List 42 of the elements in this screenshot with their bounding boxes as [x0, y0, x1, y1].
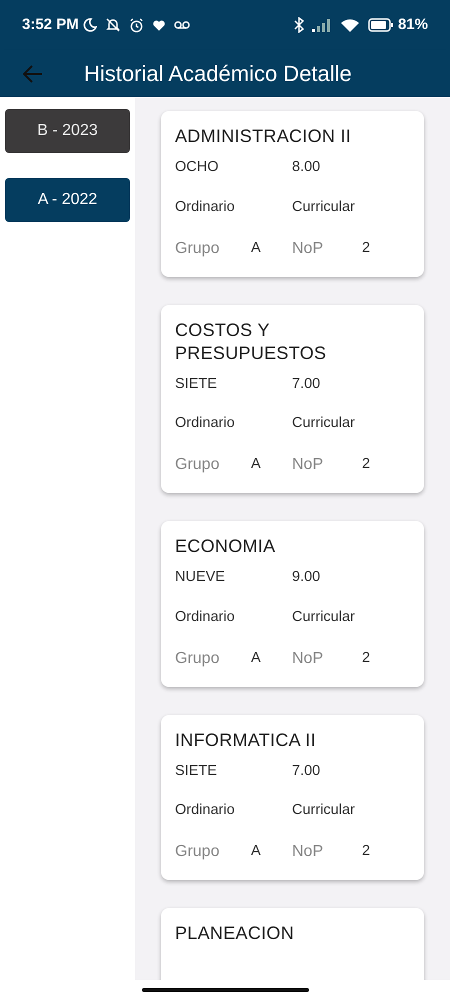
field-label: Ordinario: [175, 198, 236, 217]
field-label: Grupo: [175, 648, 220, 668]
course-title: PLANEACION: [175, 922, 296, 945]
field-label: SIETE: [175, 374, 218, 394]
field-value: 8.00: [292, 158, 320, 177]
field-label: NoP: [292, 648, 324, 668]
field-label: Ordinario: [175, 608, 236, 627]
screen-title: Historial Académico Detalle: [84, 60, 352, 88]
field-value: 2: [362, 648, 370, 668]
field-value: A: [251, 238, 262, 258]
field-value: Curricular: [292, 801, 355, 820]
field-value: 7.00: [292, 374, 320, 394]
field-label: Ordinario: [175, 801, 236, 820]
field-value: 2: [362, 455, 370, 474]
field-value: Curricular: [292, 608, 355, 627]
field-value: 2: [362, 842, 370, 862]
course-title: ECONOMIA: [175, 535, 276, 558]
field-value: A: [251, 842, 262, 862]
period-tab[interactable]: B - 2023: [5, 109, 130, 153]
field-value: Curricular: [292, 198, 355, 217]
course-title: ADMINISTRACION II: [175, 125, 352, 148]
course-title: INFORMATICA II: [175, 728, 317, 752]
field-label: Ordinario: [175, 414, 236, 434]
field-label: NoP: [292, 455, 324, 475]
field-value: 9.00: [292, 568, 320, 587]
battery-percent: 81%: [398, 14, 428, 35]
period-tab[interactable]: A - 2022: [5, 178, 130, 222]
course-title: COSTOS Y PRESUPUESTOS: [175, 318, 328, 364]
field-label: Grupo: [175, 455, 220, 475]
field-label: NoP: [292, 238, 324, 258]
field-label: NUEVE: [175, 568, 226, 587]
field-value: A: [251, 648, 262, 668]
field-label: NoP: [292, 842, 324, 862]
field-value: 7.00: [292, 762, 320, 780]
field-label: Grupo: [175, 842, 220, 862]
status-time: 3:52 PM: [22, 14, 79, 35]
field-label: OCHO: [175, 158, 220, 177]
field-value: A: [251, 455, 262, 474]
field-value: Curricular: [292, 414, 355, 434]
field-label: Grupo: [175, 238, 220, 258]
field-value: 2: [362, 238, 370, 258]
field-label: SIETE: [175, 762, 218, 780]
